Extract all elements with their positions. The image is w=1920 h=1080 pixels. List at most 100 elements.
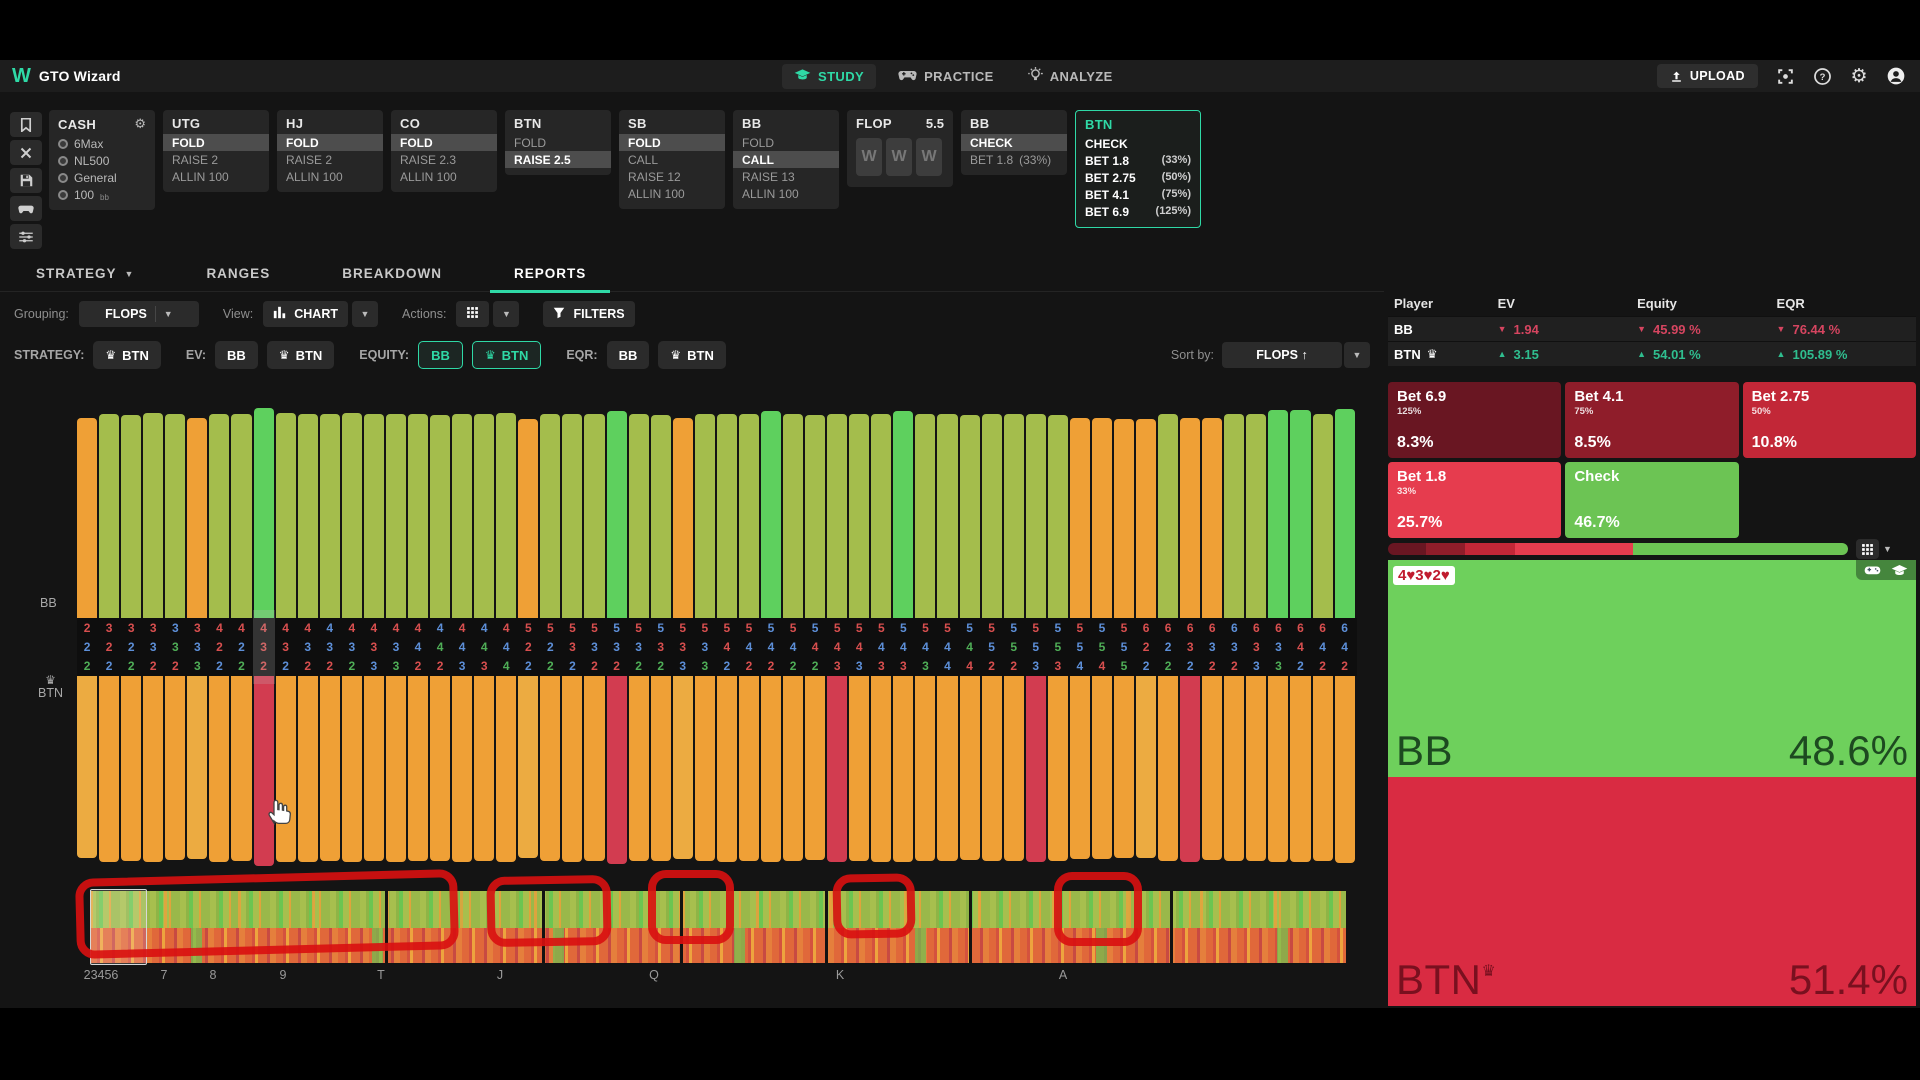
table-row-btn[interactable]: BTN ♛ ▲3.15 ▲54.01 % ▲105.89 % xyxy=(1388,341,1916,366)
flop-label-532[interactable]: 532 xyxy=(651,618,671,676)
action-tile-check[interactable]: Check 46.7% xyxy=(1565,462,1738,538)
tune-icon[interactable] xyxy=(10,224,42,249)
flop-column-542[interactable] xyxy=(717,676,737,872)
flop-label-443[interactable]: 443 xyxy=(474,618,494,676)
flop-label-544[interactable]: 544 xyxy=(960,618,980,676)
flop-column-433[interactable] xyxy=(386,676,406,872)
treemap-region-btn[interactable]: BTN♛ 51.4% xyxy=(1388,777,1916,1006)
flop-label-622[interactable]: 622 xyxy=(1158,618,1178,676)
flop-label-322[interactable]: 322 xyxy=(121,618,141,676)
flop-column-422[interactable] xyxy=(231,676,251,872)
save-icon[interactable] xyxy=(10,168,42,193)
action-tile-bet-4-1[interactable]: Bet 4.175% 8.5% xyxy=(1565,382,1738,458)
position-panel-cash-0[interactable]: CASH ⚙ 6Max NL500 General 100bb xyxy=(49,110,155,210)
flop-column-443[interactable] xyxy=(452,676,472,872)
position-panel-hj-2[interactable]: HJ FOLD RAISE 2 ALLIN 100 xyxy=(277,110,383,192)
flop-label-522[interactable]: 522 xyxy=(540,618,560,676)
flop-label-554[interactable]: 554 xyxy=(1092,618,1112,676)
flop-column-532[interactable] xyxy=(584,676,604,872)
action-fold[interactable]: FOLD xyxy=(391,134,497,151)
action-check[interactable]: CHECK xyxy=(1076,135,1200,152)
flop-label-642[interactable]: 642 xyxy=(1335,618,1355,676)
player-chip-btn[interactable]: ♛BTN xyxy=(472,341,541,369)
flop-label-642[interactable]: 642 xyxy=(1313,618,1333,676)
action-tile-bet-1-8[interactable]: Bet 1.833% 25.7% xyxy=(1388,462,1561,538)
flop-column-532[interactable] xyxy=(651,676,671,872)
flop-column-632[interactable] xyxy=(1202,406,1222,618)
flop-column-544[interactable] xyxy=(960,676,980,872)
flop-label-532[interactable]: 532 xyxy=(584,618,604,676)
flop-label-532[interactable]: 532 xyxy=(562,618,582,676)
action-raise-2[interactable]: RAISE 2 xyxy=(277,151,383,168)
flop-label-444[interactable]: 444 xyxy=(496,618,516,676)
flop-column-543[interactable] xyxy=(915,406,935,618)
flop-column-633[interactable] xyxy=(1268,676,1288,872)
actions-select[interactable] xyxy=(456,301,489,327)
nav-study[interactable]: STUDY xyxy=(782,64,876,89)
flop-label-553[interactable]: 553 xyxy=(1048,618,1068,676)
flop-column-554[interactable] xyxy=(1092,406,1112,618)
treemap-region-bb[interactable]: BB 48.6% xyxy=(1388,560,1916,777)
flop-column-443[interactable] xyxy=(474,676,494,872)
action-allin-100[interactable]: ALLIN 100 xyxy=(277,168,383,185)
flop-column-532[interactable] xyxy=(629,406,649,618)
nav-analyze[interactable]: ANALYZE xyxy=(1016,63,1125,90)
flop-column-552[interactable] xyxy=(1004,406,1024,618)
flop-label-632[interactable]: 632 xyxy=(1180,618,1200,676)
flop-column-322[interactable] xyxy=(99,406,119,618)
flop-column-432[interactable] xyxy=(298,676,318,872)
sortby-select[interactable]: FLOPS ↑ xyxy=(1222,342,1342,368)
flop-column-544[interactable] xyxy=(960,406,980,618)
action-check[interactable]: CHECK xyxy=(961,134,1067,151)
flop-column-532[interactable] xyxy=(607,676,627,872)
flop-label-542[interactable]: 542 xyxy=(717,618,737,676)
flop-column-632[interactable] xyxy=(1180,406,1200,618)
flop-column-542[interactable] xyxy=(717,406,737,618)
flop-column-542[interactable] xyxy=(761,676,781,872)
flop-column-522[interactable] xyxy=(518,406,538,618)
flop-label-432[interactable]: 432 xyxy=(276,618,296,676)
flop-column-532[interactable] xyxy=(651,406,671,618)
flop-label-533[interactable]: 533 xyxy=(673,618,693,676)
flop-column-632[interactable] xyxy=(1202,676,1222,872)
flop-column-332[interactable] xyxy=(165,406,185,618)
flop-label-542[interactable]: 542 xyxy=(761,618,781,676)
player-chip-btn[interactable]: ♛BTN xyxy=(267,341,334,369)
flop-column-552[interactable] xyxy=(982,676,1002,872)
flop-column-444[interactable] xyxy=(496,406,516,618)
flop-column-433[interactable] xyxy=(364,406,384,618)
flop-label-544[interactable]: 544 xyxy=(937,618,957,676)
flop-column-332[interactable] xyxy=(143,406,163,618)
flop-column-542[interactable] xyxy=(783,676,803,872)
flop-label-543[interactable]: 543 xyxy=(871,618,891,676)
flop-column-432[interactable] xyxy=(342,676,362,872)
action-allin-100[interactable]: ALLIN 100 xyxy=(619,185,725,202)
flop-column-553[interactable] xyxy=(1048,406,1068,618)
action-allin-100[interactable]: ALLIN 100 xyxy=(733,185,839,202)
flop-label-542[interactable]: 542 xyxy=(739,618,759,676)
action-fold[interactable]: FOLD xyxy=(163,134,269,151)
flop-column-542[interactable] xyxy=(783,406,803,618)
nav-practice[interactable]: PRACTICE xyxy=(886,64,1006,89)
flop-label-432[interactable]: 432 xyxy=(298,618,318,676)
flop-label-543[interactable]: 543 xyxy=(849,618,869,676)
grouping-select[interactable]: FLOPS▼ xyxy=(79,301,199,327)
graduation-icon[interactable] xyxy=(1891,563,1908,577)
flop-column-332[interactable] xyxy=(165,676,185,872)
flop-column-333[interactable] xyxy=(187,676,207,872)
flop-label-633[interactable]: 633 xyxy=(1268,618,1288,676)
strip-caret-icon[interactable]: ▼ xyxy=(1883,544,1892,554)
flop-column-222[interactable] xyxy=(77,406,97,618)
flop-label-422[interactable]: 422 xyxy=(209,618,229,676)
flop-column-422[interactable] xyxy=(209,676,229,872)
flop-column-543[interactable] xyxy=(893,676,913,872)
flop-column-642[interactable] xyxy=(1313,676,1333,872)
close-icon[interactable] xyxy=(10,140,42,165)
player-chip-bb[interactable]: BB xyxy=(215,341,258,369)
flop-label-432[interactable]: 432 xyxy=(320,618,340,676)
action-tile-bet-6-9[interactable]: Bet 6.9125% 8.3% xyxy=(1388,382,1561,458)
flop-column-433[interactable] xyxy=(386,406,406,618)
flop-column-533[interactable] xyxy=(695,676,715,872)
flop-column-522[interactable] xyxy=(518,676,538,872)
player-chip-btn[interactable]: ♛BTN xyxy=(658,341,725,369)
